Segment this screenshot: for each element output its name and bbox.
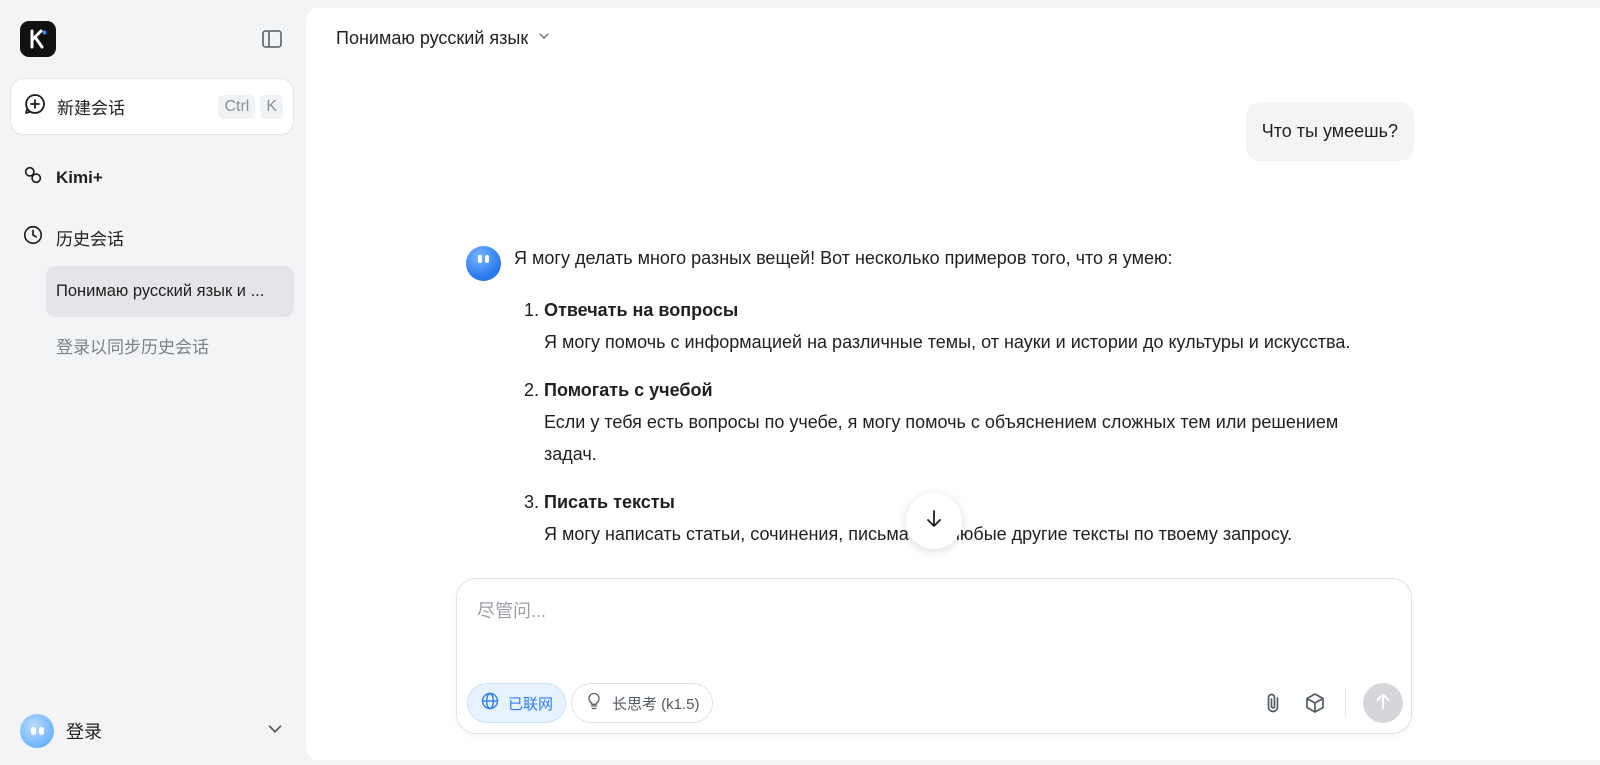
sidebar-toggle-icon[interactable]	[260, 27, 284, 51]
kimi-logo[interactable]	[20, 21, 56, 57]
send-button[interactable]	[1363, 683, 1403, 723]
login-sync-link[interactable]: 登录以同步历史会话	[56, 333, 209, 358]
chat-main: Понимаю русский язык Что ты умеешь? Я мо…	[306, 8, 1600, 760]
history-item[interactable]: Понимаю русский язык и ...	[46, 266, 294, 317]
arrow-down-icon	[922, 507, 946, 536]
login-label: 登录	[66, 722, 102, 742]
list-item-text: Я могу помочь с информацией на различные…	[544, 332, 1351, 352]
clock-icon	[22, 224, 44, 251]
new-chat-shortcut: Ctrl K	[218, 94, 283, 119]
cube-icon[interactable]	[1303, 691, 1327, 715]
chevron-down-icon	[528, 28, 552, 49]
assistant-intro: Я могу делать много разных вещей! Вот не…	[514, 248, 1173, 268]
kimi-plus-icon	[22, 164, 44, 191]
list-item-title: Отвечать на вопросы	[544, 300, 739, 320]
new-chat-button[interactable]: 新建会话 Ctrl K	[10, 78, 294, 135]
kimi-plus-label: Kimi+	[56, 167, 103, 187]
list-item-number: 2.	[524, 380, 540, 400]
chevron-down-icon	[264, 718, 286, 745]
long-thinking-label: 长思考 (k1.5)	[612, 695, 700, 713]
history-label: 历史会话	[56, 230, 124, 249]
list-item-text: Если у тебя есть вопросы по учебе, я мог…	[544, 412, 1339, 464]
web-search-label: 已联网	[508, 695, 554, 713]
new-chat-icon	[23, 92, 47, 121]
paperclip-icon[interactable]	[1261, 691, 1285, 715]
message-composer: 已联网 长思考 (k1.5)	[456, 578, 1412, 734]
sidebar-item-kimi-plus[interactable]: Kimi+	[22, 164, 103, 191]
list-item-number: 3.	[524, 492, 540, 512]
scroll-to-bottom-button[interactable]	[906, 493, 962, 549]
assistant-avatar	[466, 246, 501, 281]
new-chat-label: 新建会话	[57, 99, 125, 118]
message-input[interactable]	[477, 597, 1377, 657]
list-item-title: Помогать с учебой	[544, 380, 713, 400]
shortcut-ctrl-key: Ctrl	[218, 94, 256, 119]
web-search-toggle[interactable]: 已联网	[467, 683, 567, 723]
avatar	[20, 714, 54, 748]
shortcut-k-key: K	[260, 94, 283, 119]
kimi-logo-icon	[30, 29, 47, 49]
list-item: 1. Отвечать на вопросы Я могу помочь с и…	[514, 294, 1374, 358]
login-button[interactable]: 登录	[20, 711, 286, 751]
lightbulb-icon	[584, 691, 604, 715]
list-item: 2. Помогать с учебой Если у тебя есть во…	[514, 374, 1374, 470]
conversation-title: Понимаю русский язык	[336, 28, 529, 48]
arrow-up-icon	[1372, 690, 1394, 717]
history-item-label: Понимаю русский язык и ...	[56, 282, 265, 300]
sidebar-item-history[interactable]: 历史会话	[22, 224, 124, 251]
conversation-title-dropdown[interactable]: Понимаю русский язык	[336, 28, 552, 49]
long-thinking-toggle[interactable]: 长思考 (k1.5)	[571, 683, 713, 723]
user-message-text: Что ты умеешь?	[1261, 121, 1398, 141]
sidebar: 新建会话 Ctrl K Kimi+ 历史会话 Понимаю русский я…	[0, 0, 306, 765]
toolbar-divider	[1345, 689, 1346, 717]
list-item-number: 1.	[524, 300, 540, 320]
globe-icon	[480, 691, 500, 715]
user-message-bubble: Что ты умеешь?	[1245, 102, 1414, 161]
